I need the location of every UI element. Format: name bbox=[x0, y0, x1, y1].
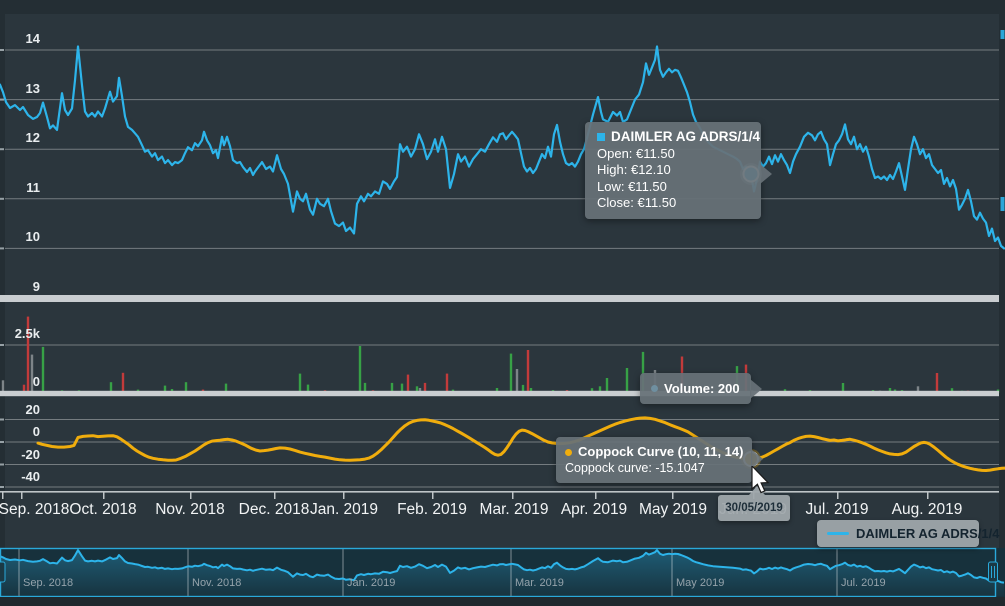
y-axis-tick bbox=[0, 464, 4, 466]
x-axis-label: Jul. 2019 bbox=[806, 501, 869, 519]
month-tick bbox=[2, 491, 4, 499]
volume-bar bbox=[606, 378, 608, 393]
month-tick bbox=[595, 491, 597, 499]
price-series-line bbox=[0, 47, 1004, 249]
month-tick bbox=[21, 491, 23, 499]
coppock-tooltip-value: Coppock curve: -15.1047 bbox=[565, 460, 743, 476]
y-axis-tick bbox=[0, 441, 4, 443]
volume-bar bbox=[516, 369, 518, 393]
price-tooltip-high: High: €12.10 bbox=[597, 162, 749, 179]
coppock-tooltip: Coppock Curve (10, 11, 14) Coppock curve… bbox=[556, 437, 752, 483]
pane-separator-price-volume[interactable] bbox=[0, 295, 999, 302]
y-axis-tick bbox=[0, 198, 4, 200]
top-frame-strip bbox=[0, 0, 1005, 14]
date-axis-tooltip-label: 30/05/2019 bbox=[725, 502, 783, 514]
month-tick bbox=[274, 491, 276, 499]
volume-tooltip: Volume: 200 bbox=[640, 373, 751, 404]
series-legend-badge[interactable]: DAIMLER AG ADRS/1/4 bbox=[817, 520, 979, 547]
y-axis-tick bbox=[0, 99, 4, 101]
x-axis-label: Apr. 2019 bbox=[561, 501, 627, 519]
month-tick bbox=[927, 491, 929, 499]
x-axis-label: Feb. 2019 bbox=[397, 501, 467, 519]
navigator-axis-label: Nov. 2018 bbox=[192, 577, 241, 589]
coppock-series-line bbox=[38, 418, 1005, 471]
series-bullet-icon bbox=[597, 133, 605, 141]
y-axis-tick bbox=[0, 344, 4, 346]
volume-bar bbox=[407, 375, 409, 393]
month-tick bbox=[837, 491, 839, 499]
price-tooltip-pointer bbox=[760, 164, 772, 184]
price-tooltip-close: Close: €11.50 bbox=[597, 195, 749, 212]
y-axis-tick bbox=[0, 419, 4, 421]
price-axis-label: 11 bbox=[0, 180, 40, 195]
x-axis-label: Dec. 2018 bbox=[239, 501, 310, 519]
price-tooltip-low: Low: €11.50 bbox=[597, 179, 749, 196]
month-tick bbox=[190, 491, 192, 499]
volume-axis-label: 0 bbox=[0, 374, 40, 389]
x-axis-label: Sep. 2018 bbox=[0, 501, 69, 519]
volume-bar bbox=[42, 347, 44, 393]
navigator-axis-label: Jul. 2019 bbox=[841, 577, 886, 589]
navigator-right-handle[interactable] bbox=[989, 562, 998, 582]
price-tooltip: DAIMLER AG ADRS/1/4 Open: €11.50 High: €… bbox=[585, 122, 761, 219]
x-axis-label: Nov. 2018 bbox=[155, 501, 225, 519]
x-axis-label: Mar. 2019 bbox=[480, 501, 549, 519]
price-axis-label: 10 bbox=[0, 229, 40, 244]
price-axis-label: 13 bbox=[0, 81, 40, 96]
navigator-axis-label: May 2019 bbox=[676, 577, 724, 589]
price-tooltip-title: DAIMLER AG ADRS/1/4 bbox=[611, 129, 760, 146]
volume-tooltip-label: Volume: 200 bbox=[664, 381, 740, 396]
volume-bar bbox=[527, 350, 529, 393]
coppock-axis-label: 20 bbox=[0, 402, 40, 417]
navigator-left-handle[interactable] bbox=[0, 562, 5, 582]
coppock-axis-label: 0 bbox=[0, 424, 40, 439]
right-scroll-grip bbox=[1001, 30, 1005, 39]
stock-chart-app: 141312111092.5k0200-20-40Sep. 2018Oct. 2… bbox=[0, 0, 1005, 606]
x-axis-line bbox=[0, 491, 999, 493]
bottom-frame-strip bbox=[0, 597, 1005, 606]
volume-axis-label: 2.5k bbox=[0, 326, 40, 341]
navigator-axis-label: Sep. 2018 bbox=[23, 577, 73, 589]
coppock-bullet-icon bbox=[565, 449, 572, 456]
volume-bar bbox=[122, 373, 124, 393]
coppock-axis-label: -20 bbox=[0, 447, 40, 462]
volume-bar bbox=[510, 354, 512, 393]
volume-bar bbox=[626, 368, 628, 393]
price-axis-label: 12 bbox=[0, 130, 40, 145]
volume-bar bbox=[446, 374, 448, 393]
x-axis-label: Jan. 2019 bbox=[310, 501, 378, 519]
y-axis-tick bbox=[0, 148, 4, 150]
pane-separator-volume-coppock[interactable] bbox=[0, 391, 999, 396]
volume-bullet-icon bbox=[651, 385, 658, 392]
navigator-axis-label: Mar. 2019 bbox=[515, 577, 564, 589]
volume-tooltip-pointer bbox=[750, 379, 762, 399]
x-axis-label: Aug. 2019 bbox=[892, 501, 963, 519]
date-axis-tooltip: 30/05/2019 bbox=[718, 495, 790, 521]
month-tick bbox=[103, 491, 105, 499]
volume-bar bbox=[936, 373, 938, 393]
x-axis-label: May 2019 bbox=[639, 501, 707, 519]
x-axis-label: Oct. 2018 bbox=[69, 501, 136, 519]
month-tick bbox=[343, 491, 345, 499]
y-axis-tick bbox=[0, 247, 4, 249]
right-scroll-grip bbox=[1001, 197, 1005, 211]
y-axis-tick bbox=[0, 486, 4, 488]
coppock-tooltip-title: Coppock Curve (10, 11, 14) bbox=[578, 444, 743, 460]
month-tick bbox=[512, 491, 514, 499]
mouse-cursor-icon bbox=[751, 466, 773, 496]
volume-bar bbox=[299, 374, 301, 393]
month-tick bbox=[672, 491, 674, 499]
legend-label: DAIMLER AG ADRS/1/4 bbox=[856, 526, 1000, 541]
price-axis-label: 14 bbox=[0, 31, 40, 46]
month-tick bbox=[432, 491, 434, 499]
price-axis-label: 9 bbox=[0, 279, 40, 294]
coppock-axis-label: -40 bbox=[0, 469, 40, 484]
legend-line-sample-icon bbox=[827, 532, 849, 535]
navigator-axis-label: Jan. 2019 bbox=[347, 577, 395, 589]
price-tooltip-open: Open: €11.50 bbox=[597, 146, 749, 163]
volume-bar bbox=[359, 346, 361, 393]
y-axis-tick bbox=[0, 49, 4, 51]
